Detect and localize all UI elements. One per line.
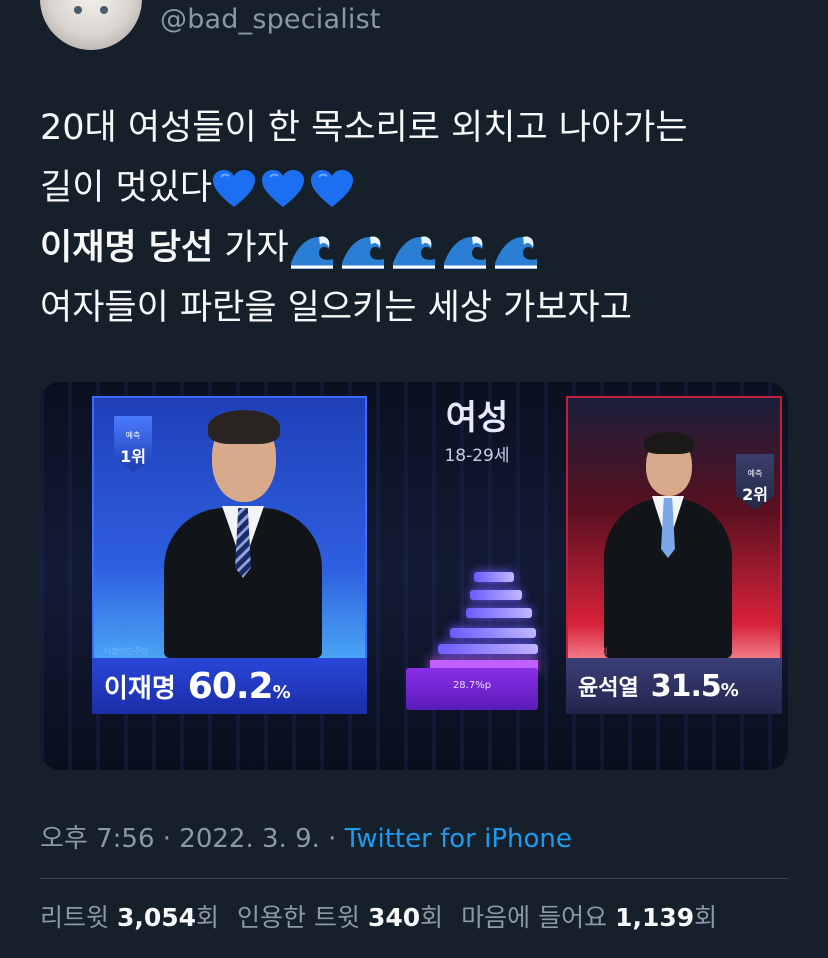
candidate-percent-right: 31.5% bbox=[650, 668, 739, 704]
stair-step bbox=[474, 572, 514, 582]
candidate-name-right: 윤석열 bbox=[578, 676, 639, 701]
demographic-age: 18-29세 bbox=[444, 446, 510, 466]
tweet-media-image[interactable]: 예측 1위 예측 2위 여성 18-29세 28.7%p 더불어민주당 이재명 … bbox=[40, 382, 788, 770]
water-wave-icon bbox=[290, 236, 333, 269]
rank-value-right: 2위 bbox=[742, 485, 768, 504]
tweet-line-2: 길이 멋있다 bbox=[40, 158, 800, 218]
rank-label-left: 예측 bbox=[125, 431, 141, 440]
water-wave-icon bbox=[443, 236, 486, 269]
retweets-unit: 회 bbox=[196, 903, 220, 932]
stair-step bbox=[466, 608, 532, 618]
tweet-line-3-bold: 이재명 당선 bbox=[40, 228, 214, 268]
retweets-label: 리트윗 bbox=[40, 903, 117, 932]
stair-step bbox=[438, 644, 538, 654]
demographic-label: 여성 18-29세 bbox=[412, 390, 542, 466]
party-label-left: 더불어민주당 bbox=[104, 647, 149, 656]
likes-unit: 회 bbox=[694, 903, 718, 932]
meta-separator: · bbox=[154, 824, 180, 854]
candidate-percent-left: 60.2% bbox=[187, 665, 291, 707]
user-handle[interactable]: @bad_specialist bbox=[160, 4, 381, 35]
tweet-line-4: 여자들이 파란을 일으키는 세상 가보자고 bbox=[40, 288, 632, 328]
water-wave-icon bbox=[341, 236, 384, 269]
candidate-name-left: 이재명 bbox=[104, 673, 176, 704]
likes-stat[interactable]: 마음에 들어요 1,139회 bbox=[461, 903, 717, 932]
tweet-line-3-rest: 가자 bbox=[213, 228, 289, 268]
retweets-stat[interactable]: 리트윗 3,054회 bbox=[40, 903, 219, 932]
tweet-time[interactable]: 오후 7:56 bbox=[40, 824, 155, 854]
retweets-count: 3,054 bbox=[116, 903, 197, 932]
candidate-panel-right: 예측 2위 bbox=[566, 396, 782, 682]
percent-value-left: 60.2 bbox=[187, 665, 274, 707]
avatar[interactable] bbox=[40, 0, 142, 50]
stair-step bbox=[450, 628, 536, 638]
quotes-stat[interactable]: 인용한 트윗 340회 bbox=[237, 903, 443, 932]
gap-value: 28.7%p bbox=[452, 680, 492, 691]
water-wave-icon bbox=[392, 236, 435, 269]
blue-heart-icon bbox=[262, 170, 305, 207]
blue-heart-icon bbox=[311, 170, 354, 207]
likes-label: 마음에 들어요 bbox=[461, 903, 616, 932]
likes-count: 1,139 bbox=[615, 903, 695, 932]
tweet-date[interactable]: 2022. 3. 9. bbox=[179, 824, 320, 854]
party-label-right: 국민의힘 bbox=[578, 647, 608, 656]
tweet-source-link[interactable]: Twitter for iPhone bbox=[345, 824, 572, 854]
quotes-label: 인용한 트윗 bbox=[237, 903, 368, 932]
result-bar-right: 국민의힘 윤석열 31.5% bbox=[566, 647, 782, 714]
rank-badge-right: 예측 2위 bbox=[736, 454, 774, 510]
tweet-detail: @bad_specialist 20대 여성들이 한 목소리로 외치고 나아가는… bbox=[0, 0, 828, 958]
tweet-meta: 오후 7:56 · 2022. 3. 9. · Twitter for iPho… bbox=[40, 818, 572, 855]
cat-eye-left bbox=[74, 6, 82, 14]
tweet-line-1: 20대 여성들이 한 목소리로 외치고 나아가는 bbox=[40, 108, 688, 148]
demographic-gender: 여성 bbox=[445, 398, 509, 438]
tweet-text: 20대 여성들이 한 목소리로 외치고 나아가는 길이 멋있다 이재명 당선 가… bbox=[40, 98, 800, 338]
rank-value-left: 1위 bbox=[120, 447, 146, 466]
percent-unit-left: % bbox=[272, 681, 291, 703]
gap-box: 28.7%p bbox=[406, 668, 538, 710]
cat-eye-right bbox=[100, 6, 108, 14]
divider bbox=[40, 878, 788, 879]
rank-label-right: 예측 bbox=[747, 469, 763, 478]
quotes-unit: 회 bbox=[420, 903, 444, 932]
result-bar-left: 더불어민주당 이재명 60.2% bbox=[92, 647, 367, 714]
tweet-stats: 리트윗 3,054회 인용한 트윗 340회 마음에 들어요 1,139회 bbox=[40, 898, 735, 934]
tweet-line-3: 이재명 당선 가자 bbox=[40, 218, 800, 278]
tweet-line-2-text: 길이 멋있다 bbox=[40, 168, 213, 208]
rank-badge-left: 예측 1위 bbox=[114, 416, 152, 472]
percent-value-right: 31.5 bbox=[650, 668, 722, 704]
meta-separator: · bbox=[319, 824, 345, 854]
percent-unit-right: % bbox=[720, 679, 739, 701]
water-wave-icon bbox=[494, 236, 537, 269]
quotes-count: 340 bbox=[367, 903, 421, 932]
blue-heart-icon bbox=[213, 170, 256, 207]
stair-step bbox=[470, 590, 522, 600]
